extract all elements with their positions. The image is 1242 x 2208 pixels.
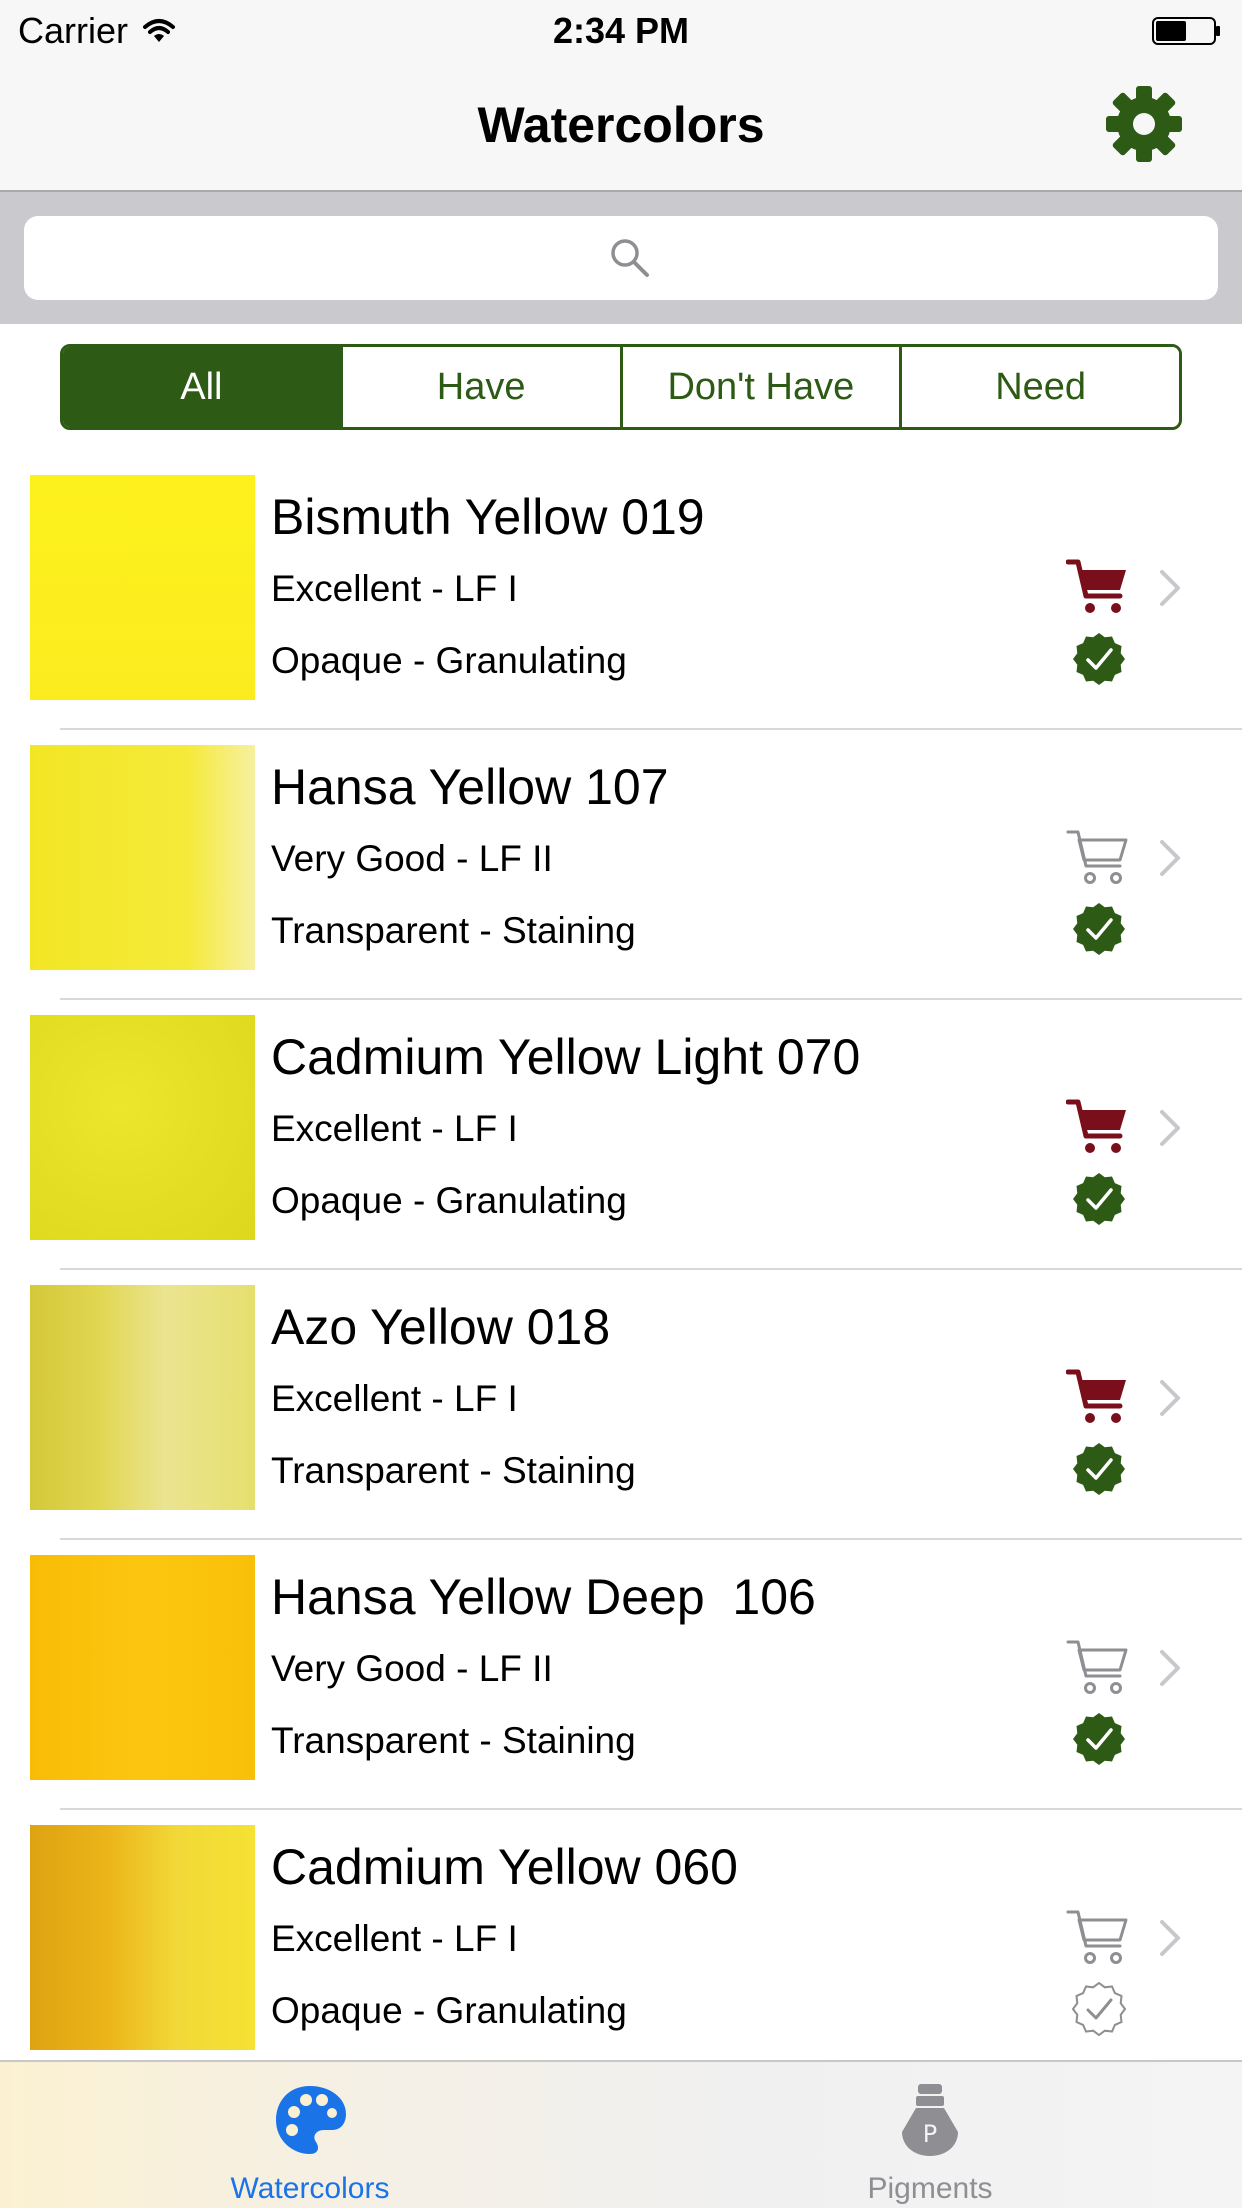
- chevron-right-icon: [1160, 570, 1180, 606]
- checkmark-badge-icon[interactable]: [1072, 1712, 1126, 1766]
- paint-quality: Very Good - LF II: [271, 838, 553, 879]
- cart-icon[interactable]: [1066, 1636, 1128, 1696]
- color-swatch: [30, 1555, 255, 1780]
- paint-name: Hansa Yellow 107: [271, 759, 669, 815]
- chevron-right-icon: [1160, 1920, 1180, 1956]
- filter-segmented-control: All Have Don't Have Need: [60, 344, 1182, 430]
- paint-quality: Excellent - LF I: [271, 1108, 518, 1149]
- paint-quality: Very Good - LF II: [271, 1648, 553, 1689]
- list-item[interactable]: Bismuth Yellow 019 Excellent - LF I Opaq…: [0, 460, 1242, 730]
- paint-list: Bismuth Yellow 019 Excellent - LF I Opaq…: [0, 460, 1242, 2080]
- gear-icon[interactable]: [1104, 84, 1184, 164]
- paint-properties: Transparent - Staining: [271, 1720, 636, 1761]
- page-title: Watercolors: [477, 97, 765, 153]
- chevron-right-icon: [1160, 1650, 1180, 1686]
- checkmark-badge-icon[interactable]: [1072, 1982, 1126, 2036]
- list-item[interactable]: Azo Yellow 018 Excellent - LF I Transpar…: [0, 1270, 1242, 1540]
- palette-icon: [276, 2086, 346, 2154]
- search-bar: [0, 192, 1242, 324]
- list-item[interactable]: Hansa Yellow 107 Very Good - LF II Trans…: [0, 730, 1242, 1000]
- paint-name: Hansa Yellow Deep 106: [271, 1569, 816, 1625]
- segment-dont-have[interactable]: Don't Have: [622, 347, 903, 427]
- status-bar: Carrier 2:34 PM: [0, 0, 1242, 60]
- search-icon: [611, 239, 649, 277]
- color-swatch: [30, 475, 255, 700]
- color-swatch: [30, 1285, 255, 1510]
- tab-bar: Watercolors P Pigments: [0, 2060, 1242, 2208]
- paint-quality: Excellent - LF I: [271, 1378, 518, 1419]
- cart-icon[interactable]: [1066, 1366, 1128, 1426]
- chevron-right-icon: [1160, 1380, 1180, 1416]
- lightbulb-icon: P: [902, 2084, 958, 2156]
- list-item[interactable]: Hansa Yellow Deep 106 Very Good - LF II …: [0, 1540, 1242, 1810]
- paint-quality: Excellent - LF I: [271, 568, 518, 609]
- clock: 2:34 PM: [552, 10, 690, 51]
- segment-need[interactable]: Need: [902, 347, 1179, 427]
- color-swatch: [30, 1825, 255, 2050]
- paint-properties: Transparent - Staining: [271, 910, 636, 951]
- svg-text:P: P: [923, 2120, 937, 2148]
- checkmark-badge-icon[interactable]: [1072, 902, 1126, 956]
- tab-watercolors[interactable]: Watercolors: [110, 2062, 510, 2208]
- tab-label: Pigments: [867, 2172, 993, 2205]
- color-swatch: [30, 745, 255, 970]
- segment-all[interactable]: All: [63, 347, 343, 427]
- paint-properties: Opaque - Granulating: [271, 1990, 627, 2031]
- paint-properties: Transparent - Staining: [271, 1450, 636, 1491]
- paint-name: Cadmium Yellow Light 070: [271, 1029, 861, 1085]
- color-swatch: [30, 1015, 255, 1240]
- chevron-right-icon: [1160, 1110, 1180, 1146]
- paint-properties: Opaque - Granulating: [271, 640, 627, 681]
- cart-icon[interactable]: [1066, 1906, 1128, 1966]
- list-item[interactable]: Cadmium Yellow Light 070 Excellent - LF …: [0, 1000, 1242, 1270]
- paint-quality: Excellent - LF I: [271, 1918, 518, 1959]
- tab-pigments[interactable]: P Pigments: [730, 2062, 1130, 2208]
- paint-name: Bismuth Yellow 019: [271, 489, 705, 545]
- search-input[interactable]: [24, 216, 1218, 300]
- cart-icon[interactable]: [1066, 556, 1128, 616]
- checkmark-badge-icon[interactable]: [1072, 1442, 1126, 1496]
- chevron-right-icon: [1160, 840, 1180, 876]
- cart-icon[interactable]: [1066, 826, 1128, 886]
- checkmark-badge-icon[interactable]: [1072, 1172, 1126, 1226]
- paint-name: Cadmium Yellow 060: [271, 1839, 738, 1895]
- paint-properties: Opaque - Granulating: [271, 1180, 627, 1221]
- paint-name: Azo Yellow 018: [271, 1299, 611, 1355]
- navigation-bar: Watercolors: [0, 60, 1242, 192]
- battery-icon: [1152, 17, 1220, 45]
- segment-have[interactable]: Have: [342, 347, 623, 427]
- checkmark-badge-icon[interactable]: [1072, 632, 1126, 686]
- cart-icon[interactable]: [1066, 1096, 1128, 1156]
- tab-label: Watercolors: [230, 2172, 390, 2205]
- list-item[interactable]: Cadmium Yellow 060 Excellent - LF I Opaq…: [0, 1810, 1242, 2080]
